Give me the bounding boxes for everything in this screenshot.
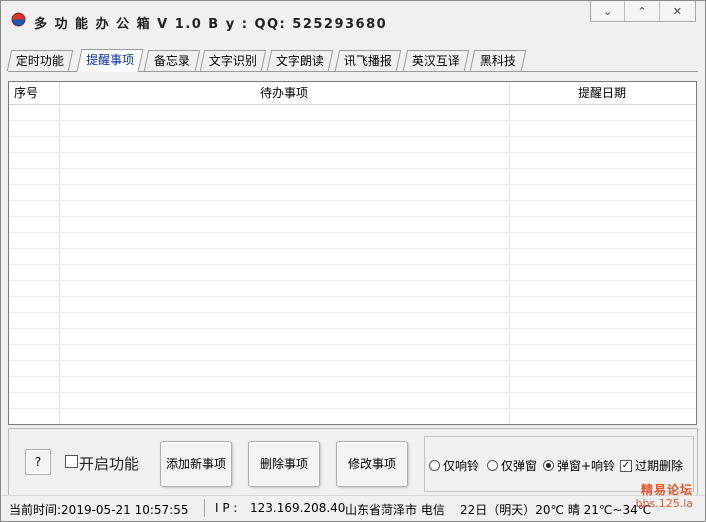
- watermark-title: 精易论坛: [640, 483, 693, 497]
- tab-strip: 定时功能 提醒事项 备忘录 文字识别 文字朗读 讯飞播报 英汉互译 黑科技: [6, 49, 699, 72]
- weather-text: 22日（明天）20℃ 晴 21℃~34℃: [460, 503, 652, 517]
- location-text: 山东省菏泽市 电信: [345, 503, 445, 517]
- status-divider: [204, 499, 205, 517]
- tab-xunfei[interactable]: 讯飞播报: [334, 50, 402, 71]
- title-bar[interactable]: 多 功 能 办 公 箱 V 1.0 B y : QQ: 525293680 ⌄ …: [1, 1, 705, 41]
- status-bar: 当前时间:2019-05-21 10:57:55 I P : 123.169.2…: [1, 495, 705, 521]
- forum-watermark: 精易论坛 bbs.125.la: [636, 483, 693, 511]
- caption-buttons: ⌄ ⌃ ✕: [590, 1, 696, 22]
- add-item-button[interactable]: 添加新事项: [160, 441, 232, 487]
- edit-item-button[interactable]: 修改事项: [336, 441, 408, 487]
- minimize-button[interactable]: ⌄: [591, 1, 626, 21]
- column-header-date[interactable]: 提醒日期: [509, 82, 695, 104]
- option-popup-and-ring[interactable]: 弹窗+响铃: [543, 457, 615, 474]
- empty-rows: [9, 105, 696, 424]
- column-header-index[interactable]: 序号: [14, 82, 38, 104]
- ip-label: I P :: [215, 501, 238, 515]
- tab-translate[interactable]: 英汉互译: [402, 50, 470, 71]
- maximize-button[interactable]: ⌃: [625, 1, 660, 21]
- tab-reminders[interactable]: 提醒事项: [76, 49, 144, 72]
- current-time: 当前时间:2019-05-21 10:57:55: [9, 503, 189, 517]
- option-both-label: 弹窗+响铃: [557, 459, 616, 473]
- tab-tts[interactable]: 文字朗读: [266, 50, 334, 71]
- radio-icon[interactable]: [487, 460, 498, 471]
- option-popup-label: 仅弹窗: [501, 459, 538, 473]
- window-title: 多 功 能 办 公 箱 V 1.0 B y : QQ: 525293680: [34, 17, 388, 32]
- column-header-todo[interactable]: 待办事项: [59, 82, 509, 104]
- tab-ocr[interactable]: 文字识别: [199, 50, 267, 71]
- radio-icon[interactable]: [429, 460, 440, 471]
- expire-delete-label: 过期删除: [635, 459, 684, 473]
- close-button[interactable]: ✕: [660, 1, 695, 21]
- list-header: 序号 待办事项 提醒日期: [9, 82, 696, 105]
- radio-selected-icon[interactable]: [543, 460, 554, 471]
- expire-delete-option[interactable]: ✓ 过期删除: [620, 457, 683, 474]
- reminder-list[interactable]: 序号 待办事项 提醒日期: [8, 81, 697, 425]
- tab-blacktech[interactable]: 黑科技: [469, 50, 527, 71]
- tab-timer[interactable]: 定时功能: [6, 50, 74, 71]
- control-panel: ? 开启功能 添加新事项 删除事项 修改事项 仅响铃 仅弹窗 弹窗+响铃 ✓ 过…: [8, 428, 698, 496]
- help-button[interactable]: ?: [25, 449, 51, 475]
- option-ring-label: 仅响铃: [443, 459, 480, 473]
- enable-label[interactable]: 开启功能: [79, 453, 139, 474]
- delete-item-button[interactable]: 删除事项: [248, 441, 320, 487]
- option-popup-only[interactable]: 仅弹窗: [487, 457, 537, 474]
- option-ring-only[interactable]: 仅响铃: [429, 457, 479, 474]
- app-window: 多 功 能 办 公 箱 V 1.0 B y : QQ: 525293680 ⌄ …: [0, 0, 706, 522]
- enable-checkbox[interactable]: [65, 455, 78, 468]
- tab-memo[interactable]: 备忘录: [143, 50, 201, 71]
- ip-value: 123.169.208.40: [250, 501, 346, 515]
- checkbox-checked-icon[interactable]: ✓: [620, 459, 632, 472]
- app-logo-icon: [11, 12, 26, 27]
- watermark-url: bbs.125.la: [635, 497, 693, 510]
